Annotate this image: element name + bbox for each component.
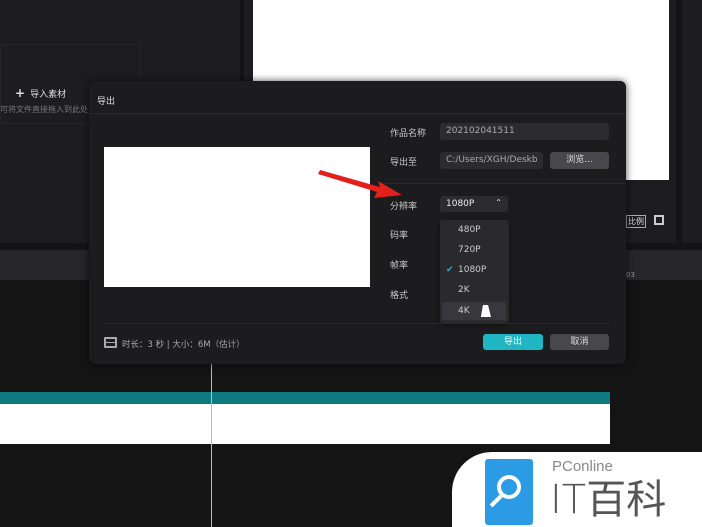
resolution-dropdown: 480P 720P ✔ 1080P 2K 4K <box>440 220 509 323</box>
fullscreen-icon[interactable] <box>654 215 664 225</box>
divider <box>382 183 626 184</box>
import-media-button[interactable]: + 导入素材 <box>15 86 66 100</box>
footer-info: 时长：3 秒 | 大小：6M（估计） <box>122 340 245 350</box>
export-button[interactable]: 导出 <box>483 334 543 350</box>
film-icon <box>104 337 117 348</box>
check-icon: ✔ <box>446 265 454 275</box>
watermark: PConline IT百科 <box>452 452 702 527</box>
option-1080p[interactable]: ✔ 1080P <box>442 261 506 279</box>
name-label: 作品名称 <box>390 129 427 139</box>
import-hint: 可将文件直接拖入到此处 <box>0 105 88 114</box>
playhead[interactable] <box>211 364 212 527</box>
annotation-arrow <box>318 170 402 198</box>
magnifier-logo-icon <box>485 459 533 525</box>
mouse-cursor-icon <box>480 305 494 317</box>
option-2k[interactable]: 2K <box>442 281 506 299</box>
export-path-input[interactable]: C:/Users/XGH/Deskb <box>440 152 543 169</box>
option-4k[interactable]: 4K <box>442 302 506 320</box>
resolution-select[interactable]: 1080P ⌃ <box>440 196 508 212</box>
properties-panel <box>682 0 702 243</box>
option-480p[interactable]: 480P <box>442 221 506 239</box>
bitrate-label: 码率 <box>390 231 409 241</box>
ratio-button[interactable]: 比例 <box>626 215 646 228</box>
browse-button[interactable]: 浏览... <box>550 152 609 169</box>
dialog-title: 导出 <box>97 97 116 107</box>
option-720p[interactable]: 720P <box>442 241 506 259</box>
divider <box>104 323 609 324</box>
timeline-track <box>0 392 610 404</box>
cancel-button[interactable]: 取消 <box>550 334 609 350</box>
format-label: 格式 <box>390 291 409 301</box>
plus-icon: + <box>15 86 26 100</box>
framerate-label: 帧率 <box>390 261 409 271</box>
brand-text: PConline <box>552 458 613 475</box>
name-input[interactable]: 202102041511 <box>440 123 609 140</box>
divider <box>89 113 626 114</box>
video-clip[interactable] <box>0 404 610 444</box>
brand-name: IT百科 <box>550 477 667 523</box>
chevron-up-icon: ⌃ <box>495 198 502 207</box>
